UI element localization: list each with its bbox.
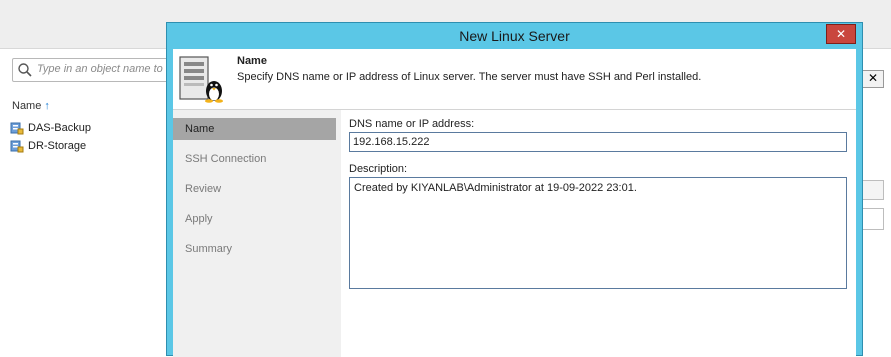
description-textarea[interactable]: Created by KIYANLAB\Administrator at 19-…: [349, 177, 847, 289]
panel-close-button[interactable]: ✕: [862, 70, 884, 88]
name-step-form: DNS name or IP address: 192.168.15.222 D…: [341, 110, 856, 357]
dns-name-label: DNS name or IP address:: [349, 118, 475, 130]
step-description: Specify DNS name or IP address of Linux …: [237, 71, 702, 83]
tree-item-das-backup[interactable]: DAS-Backup: [10, 120, 91, 136]
background-button[interactable]: [862, 180, 884, 200]
wizard-steps: Name SSH Connection Review Apply Summary: [173, 110, 341, 357]
tree-item-label: DAS-Backup: [28, 122, 91, 134]
step-apply[interactable]: Apply: [173, 208, 336, 230]
dialog-body: Name Specify DNS name or IP address of L…: [173, 49, 856, 357]
linux-server-icon: [179, 56, 223, 103]
dialog-close-button[interactable]: ✕: [826, 24, 856, 44]
step-ssh-connection[interactable]: SSH Connection: [173, 148, 336, 170]
step-review[interactable]: Review: [173, 178, 336, 200]
step-summary[interactable]: Summary: [173, 238, 336, 260]
dialog-title: New Linux Server: [459, 28, 570, 44]
sort-ascending-icon: ↑: [44, 100, 50, 112]
search-icon: [18, 63, 32, 77]
wizard-header: Name Specify DNS name or IP address of L…: [173, 49, 856, 110]
search-input[interactable]: Type in an object name to s: [12, 58, 184, 82]
tree-item-dr-storage[interactable]: DR-Storage: [10, 138, 86, 154]
storage-icon: [10, 140, 24, 153]
name-column-label: Name: [12, 100, 42, 112]
tree-item-label: DR-Storage: [28, 140, 87, 152]
background-field[interactable]: [862, 208, 884, 230]
search-placeholder: Type in an object name to s: [37, 63, 172, 75]
new-linux-server-dialog: New Linux Server ✕ Name Specify DNS name…: [166, 22, 863, 357]
step-name[interactable]: Name: [173, 118, 336, 140]
description-label: Description:: [349, 163, 408, 175]
dns-name-input[interactable]: 192.168.15.222: [349, 132, 847, 152]
name-column-header[interactable]: Name ↑: [12, 100, 50, 112]
step-title: Name: [237, 55, 267, 67]
storage-icon: [10, 122, 24, 135]
